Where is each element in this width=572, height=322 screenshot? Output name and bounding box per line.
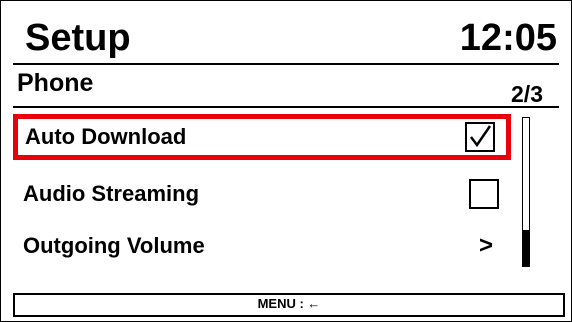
section-title: Phone — [17, 69, 94, 97]
scrollbar[interactable] — [522, 117, 530, 267]
screen-title: Setup — [25, 17, 131, 59]
menu-item-audio-streaming[interactable]: Audio Streaming — [13, 171, 511, 217]
footer-bar: MENU : ← — [13, 293, 565, 317]
title-divider — [13, 63, 559, 65]
footer-hint: MENU : ← — [257, 296, 321, 311]
menu-item-label: Outgoing Volume — [23, 233, 205, 258]
menu-item-label: Audio Streaming — [23, 181, 200, 206]
page-indicator: 2/3 — [511, 81, 543, 107]
chevron-right-icon: > — [479, 232, 494, 259]
section-divider — [13, 106, 559, 108]
clock: 12:05 — [459, 17, 557, 59]
scrollbar-thumb[interactable] — [522, 230, 530, 267]
menu-item-auto-download[interactable]: Auto Download — [13, 114, 511, 160]
auto-download-checkbox[interactable] — [465, 122, 495, 152]
audio-streaming-checkbox[interactable] — [469, 179, 499, 209]
menu-item-outgoing-volume[interactable]: Outgoing Volume > — [13, 223, 511, 269]
menu-item-label: Auto Download — [25, 124, 187, 149]
display-screen: Setup 12:05 Phone 2/3 Auto Download Audi… — [0, 0, 572, 322]
checkmark-icon — [470, 125, 492, 148]
